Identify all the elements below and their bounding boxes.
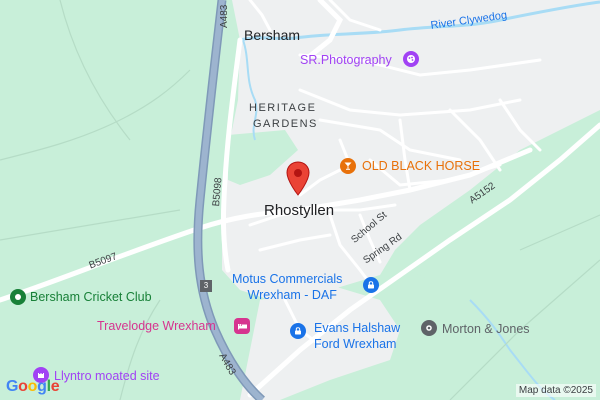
poi-motus-commercials[interactable] [363,277,379,293]
poi-old-black-horse[interactable] [340,158,356,174]
poi-bersham-cricket-club[interactable] [10,289,26,305]
poi-evans-halshaw[interactable] [290,323,306,339]
google-logo[interactable]: Google [6,378,60,396]
location-marker[interactable] [286,161,310,202]
road-shield-3: 3 [200,280,212,292]
poi-evans-line1: Evans Halshaw [314,321,401,335]
location-pin-icon [286,161,310,196]
poi-old-black-horse-label[interactable]: OLD BLACK HORSE [362,160,480,173]
car-lock-icon [368,281,374,289]
poi-sr-photography[interactable] [403,51,419,67]
poi-motus-label[interactable]: Motus Commercials Wrexham - DAF [232,273,342,301]
place-rhostyllen[interactable]: Rhostyllen [264,203,334,218]
map-attribution[interactable]: Map data ©2025 [515,384,596,397]
poi-sr-photography-label[interactable]: SR.Photography [300,54,392,67]
poi-llyntro-label[interactable]: Llyntro moated site [54,370,160,383]
heritage-gardens-line1: HERITAGE [249,102,317,114]
poi-travelodge-label[interactable]: Travelodge Wrexham [97,320,216,333]
car-lock-icon [295,327,301,335]
place-bersham[interactable]: Bersham [244,28,300,42]
poi-bersham-cricket-club-label[interactable]: Bersham Cricket Club [30,291,152,304]
palette-icon [407,55,415,63]
bed-icon [237,324,247,330]
place-heritage-gardens[interactable]: HERITAGE GARDENS [249,100,318,132]
cocktail-icon [344,162,352,170]
heritage-gardens-line2: GARDENS [253,118,318,130]
building-icon [426,325,432,331]
google-logo-text: Google [6,378,60,395]
poi-evans-line2: Ford Wrexham [314,336,397,351]
poi-morton-jones[interactable] [421,320,437,336]
poi-motus-line1: Motus Commercials [232,272,343,286]
poi-morton-jones-label[interactable]: Morton & Jones [442,323,530,336]
map-canvas[interactable]: A483 B5098 B5097 A5152 A483 School St Sp… [0,0,600,400]
poi-motus-line2: Wrexham - DAF [247,287,337,302]
park-icon [15,294,21,300]
poi-evans-halshaw-label[interactable]: Evans Halshaw Ford Wrexham [314,322,400,350]
road-label-a483-top: A483 [219,4,230,28]
poi-travelodge[interactable] [234,318,250,334]
